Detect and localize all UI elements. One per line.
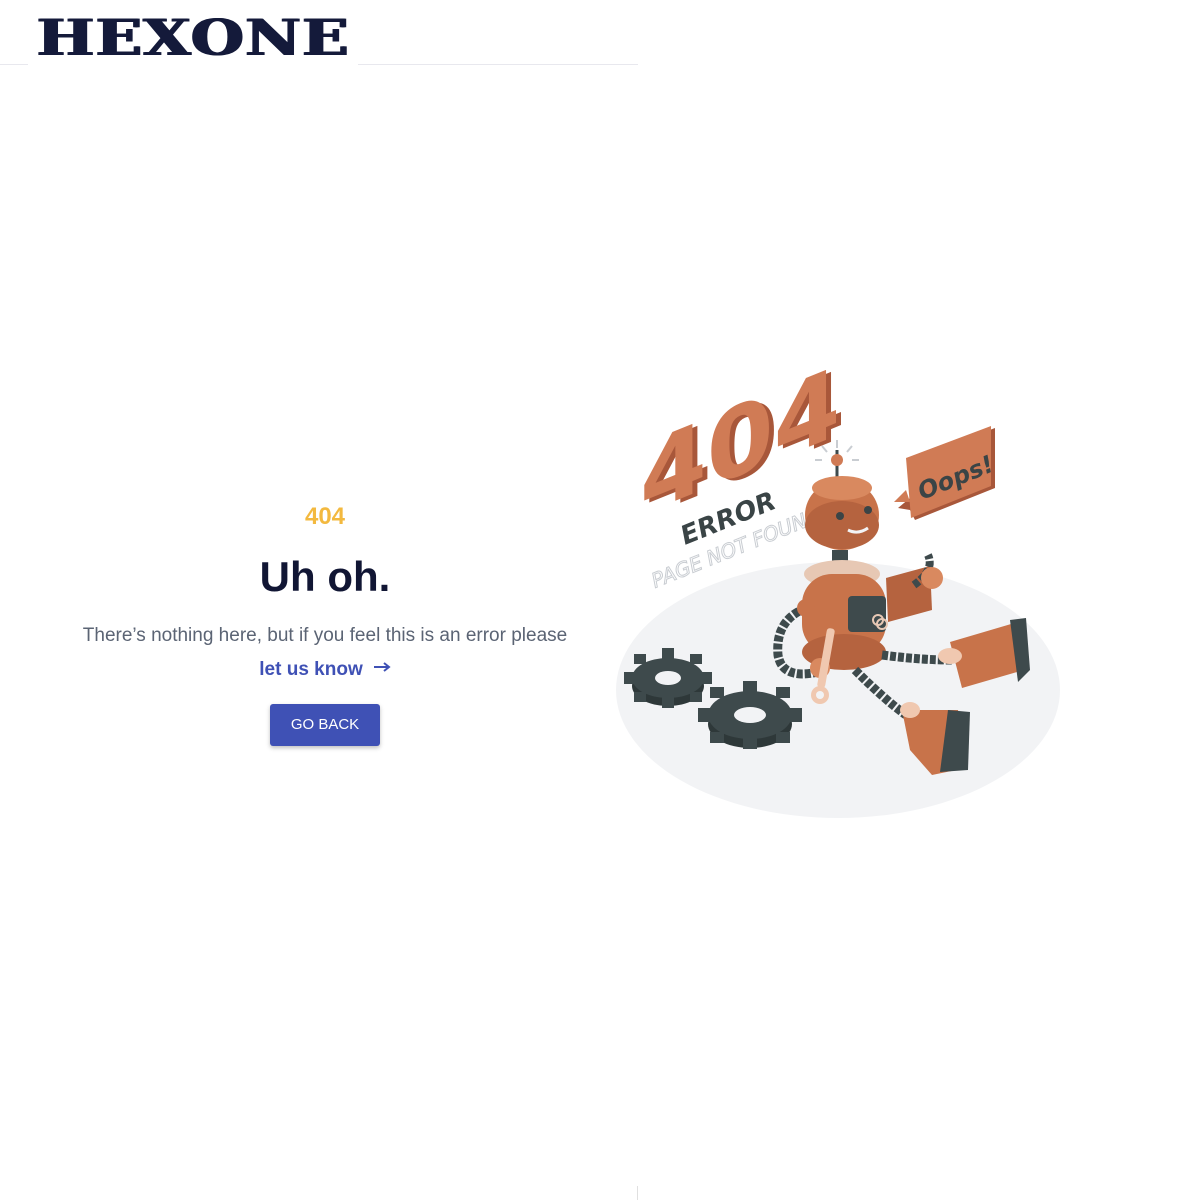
gear-icon — [624, 648, 712, 708]
robot-illustration: 404 404 ERROR PAGE NOT FOUND Oops! — [610, 345, 1070, 830]
header: HEXONE — [0, 0, 638, 70]
go-back-button[interactable]: GO BACK — [270, 704, 380, 746]
page: HEXONE 404 Uh oh. There’s nothing here, … — [0, 0, 1200, 1200]
error-content: 404 Uh oh. There’s nothing here, but if … — [50, 500, 600, 746]
let-us-know-link[interactable]: let us know — [259, 659, 362, 680]
divider — [637, 1186, 638, 1200]
oops-bubble: Oops! — [894, 426, 998, 520]
arrow-right-icon — [373, 655, 391, 683]
gear-icon — [698, 681, 802, 749]
error-code: 404 — [304, 503, 346, 530]
robot-illustration-svg: 404 404 ERROR PAGE NOT FOUND Oops! — [616, 345, 1060, 818]
page-title: Uh oh. — [259, 553, 391, 600]
link-row: let us know — [50, 656, 600, 684]
logo[interactable]: HEXONE — [28, 6, 358, 70]
error-description: There’s nothing here, but if you feel th… — [82, 625, 568, 646]
logo-text: HEXONE — [36, 8, 350, 67]
